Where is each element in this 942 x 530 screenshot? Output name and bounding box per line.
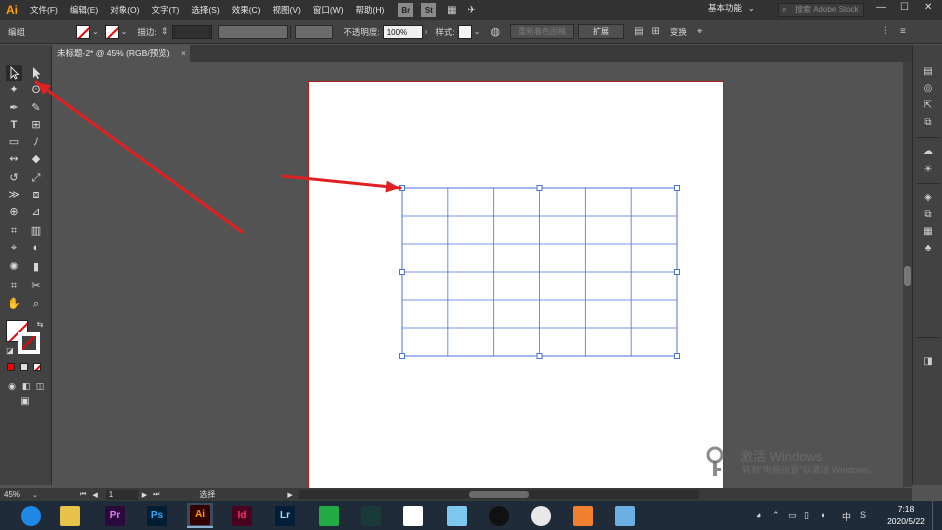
green-app-icon [319, 505, 339, 526]
taskbar-app-lightroom[interactable]: Lr [272, 503, 298, 528]
artboard-number-field[interactable]: 1 [105, 489, 138, 500]
taskbar-app-bird-app[interactable] [444, 503, 470, 528]
horizontal-scrollbar[interactable] [298, 490, 699, 499]
selection-handle[interactable] [399, 353, 405, 359]
selection-handle[interactable] [674, 269, 680, 275]
show-desktop-button[interactable] [932, 501, 942, 530]
status-menu-icon[interactable]: ▶ [287, 491, 292, 499]
taskbar-app-photoshop[interactable]: Ps [144, 503, 170, 528]
key-icon [706, 446, 724, 476]
taskbar-clock[interactable]: 7:18 2020/5/22 [884, 503, 928, 527]
bird-app-icon [447, 505, 467, 526]
status-bar: ⏮ ◀ 1 ▶ ⏭ 选择 ▶ [52, 488, 912, 501]
blue-app-icon [615, 505, 635, 526]
annotation-arrow-to-grid [281, 174, 402, 190]
watermark-subtitle: 转到"电脑设置"以激活 Windows。 [742, 465, 878, 475]
taskbar-app-file-explorer[interactable] [57, 503, 83, 528]
illustrator-icon: Ai [190, 504, 210, 525]
taskbar-app-orange-app[interactable] [570, 503, 596, 528]
browser-icon [21, 505, 41, 526]
clock-date: 2020/5/22 [887, 516, 925, 526]
photoshop-icon: Ps [147, 505, 167, 526]
network-icon[interactable]: ▭ [788, 510, 797, 521]
taskbar-app-qq[interactable] [486, 503, 512, 528]
taskbar-app-blue-app[interactable] [612, 503, 638, 528]
red-app-icon [403, 505, 423, 526]
prev-artboard-icon[interactable]: ◀ [92, 491, 97, 499]
canvas-overlay [34, 80, 680, 359]
horizontal-scrollbar-thumb[interactable] [468, 491, 529, 498]
annotation-arrow-to-tool-head [36, 82, 51, 96]
selection-handle[interactable] [674, 185, 680, 191]
last-artboard-icon[interactable]: ⏭ [153, 491, 159, 499]
file-explorer-icon [60, 505, 80, 526]
volume-icon[interactable]: ◖ [820, 510, 825, 520]
qq-tray-icon[interactable]: ◕ [756, 510, 761, 520]
lightroom-icon: Lr [275, 505, 295, 526]
qq-icon [489, 505, 509, 526]
input-method-icon[interactable]: S [860, 510, 866, 520]
windows-taskbar: Pr Ps Ai Id Lr [0, 501, 942, 530]
selection-handle[interactable] [536, 353, 543, 359]
taskbar-app-red-app[interactable] [400, 503, 426, 528]
taskbar-app-premiere[interactable]: Pr [102, 503, 128, 528]
tray-overflow-icon[interactable]: ⌃ [772, 510, 780, 521]
annotation-arrow-to-tool [34, 80, 244, 234]
rectangular-grid-object [399, 185, 680, 359]
input-language[interactable]: 中 [842, 510, 851, 523]
video-app-icon [361, 505, 381, 526]
selection-handle[interactable] [674, 353, 680, 359]
taskbar-app-chrome[interactable] [528, 503, 554, 528]
indesign-icon: Id [232, 505, 252, 526]
taskbar-app-illustrator[interactable]: Ai [187, 503, 213, 528]
battery-icon[interactable]: ▯ [804, 510, 809, 521]
taskbar-app-browser[interactable] [18, 503, 44, 528]
taskbar-app-video-app[interactable] [358, 503, 384, 528]
chrome-icon [531, 505, 551, 526]
clock-time: 7:18 [897, 504, 915, 514]
first-artboard-icon[interactable]: ⏮ [80, 491, 86, 499]
selection-handle[interactable] [399, 269, 405, 275]
status-tool-name: 选择 [199, 490, 216, 499]
taskbar-app-indesign[interactable]: Id [229, 503, 255, 528]
taskbar-app-green-app[interactable] [316, 503, 342, 528]
premiere-icon: Pr [105, 505, 125, 526]
selection-handle[interactable] [536, 185, 543, 191]
orange-app-icon [573, 505, 593, 526]
next-artboard-icon[interactable]: ▶ [142, 491, 147, 499]
status-zoom[interactable]: 45% ⌄ [0, 488, 52, 501]
